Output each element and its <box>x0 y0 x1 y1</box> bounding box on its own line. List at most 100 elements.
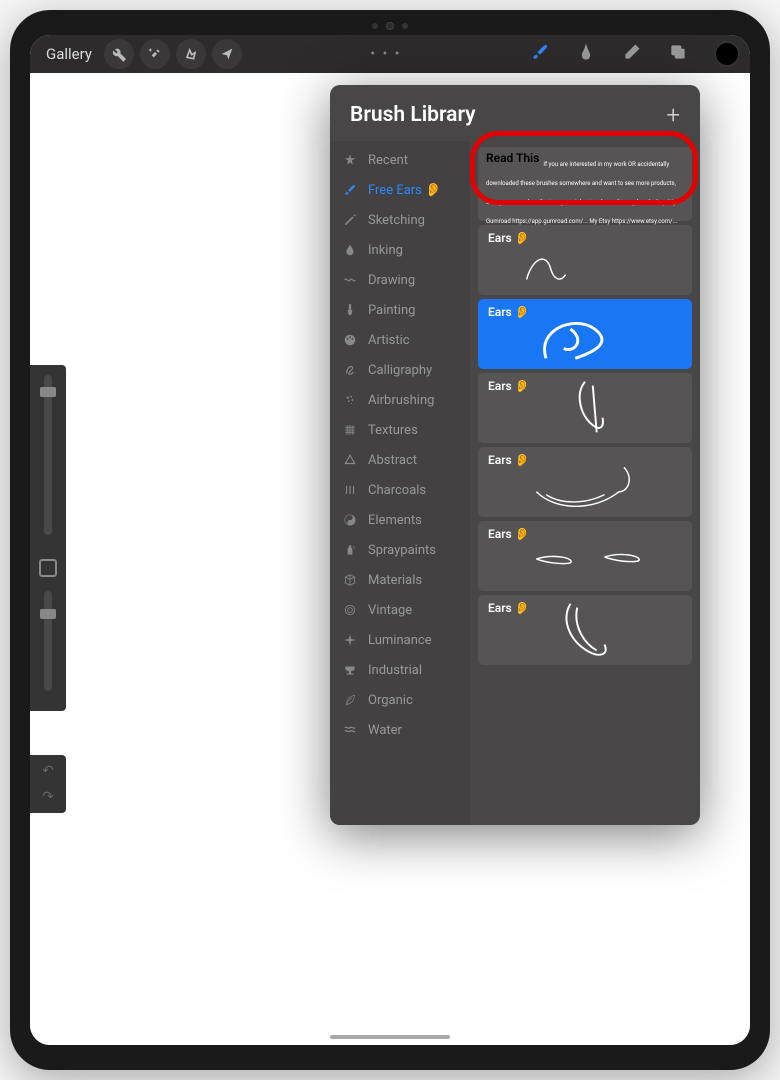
category-item[interactable]: Textures <box>330 415 470 445</box>
category-label: Calligraphy <box>368 363 432 378</box>
category-item[interactable]: Abstract <box>330 445 470 475</box>
category-label: Free Ears 👂 <box>368 183 441 198</box>
smudge-tool-button[interactable] <box>576 42 596 66</box>
leaf-icon <box>342 692 358 708</box>
waves-icon <box>342 722 358 738</box>
ellipsis-icon[interactable]: • • • <box>370 46 401 62</box>
category-item[interactable]: Charcoals <box>330 475 470 505</box>
popover-body: Recent Free Ears 👂 Sketching Inking Drawing P… <box>330 141 700 825</box>
popover-arrow <box>505 85 525 87</box>
category-item[interactable]: Water <box>330 715 470 745</box>
category-item[interactable]: Free Ears 👂 <box>330 175 470 205</box>
wand-icon <box>147 46 163 62</box>
wrench-icon <box>111 46 127 62</box>
category-label: Airbrushing <box>368 393 434 408</box>
popover-header: Brush Library + <box>330 85 700 141</box>
category-item[interactable]: Artistic <box>330 325 470 355</box>
brush-name: Ears 👂 <box>488 527 682 541</box>
category-label: Textures <box>368 423 418 438</box>
brush-list[interactable]: Read ThisIf you are interested in my wor… <box>470 141 700 825</box>
transform-button[interactable] <box>212 39 242 69</box>
category-item[interactable]: Spraypaints <box>330 535 470 565</box>
smudge-icon <box>576 42 596 62</box>
topbar-right <box>530 41 740 67</box>
brush-name: Ears 👂 <box>488 601 682 615</box>
layers-button[interactable] <box>668 42 688 66</box>
layers-icon <box>668 42 688 62</box>
category-item[interactable]: Sketching <box>330 205 470 235</box>
brush-library-popover: Brush Library + Recent Free Ears 👂 Sketchi… <box>330 85 700 825</box>
add-brush-button[interactable]: + <box>666 101 680 129</box>
category-label: Industrial <box>368 663 422 678</box>
undo-button[interactable]: ↶ <box>42 763 54 779</box>
undo-redo-panel: ↶ ↷ <box>30 755 66 813</box>
select-button[interactable] <box>176 39 206 69</box>
category-item[interactable]: Painting <box>330 295 470 325</box>
category-label: Luminance <box>368 633 432 648</box>
ipad-frame: Gallery • • • <box>10 10 770 1070</box>
brush-name: Ears 👂 <box>488 305 682 319</box>
screen: Gallery • • • <box>30 35 750 1045</box>
anvil-icon <box>342 662 358 678</box>
gallery-button[interactable]: Gallery <box>40 41 98 67</box>
badge-icon <box>342 602 358 618</box>
redo-button[interactable]: ↷ <box>42 789 54 805</box>
category-label: Water <box>368 723 402 738</box>
brush-item[interactable]: Ears 👂 <box>478 521 692 591</box>
spray-icon <box>342 392 358 408</box>
category-label: Organic <box>368 693 413 708</box>
wand-button[interactable] <box>140 39 170 69</box>
category-label: Materials <box>368 573 422 588</box>
category-list[interactable]: Recent Free Ears 👂 Sketching Inking Drawing P… <box>330 141 470 825</box>
brush-name: Ears 👂 <box>488 453 682 467</box>
brush-size-slider[interactable] <box>44 375 52 535</box>
wrench-button[interactable] <box>104 39 134 69</box>
arrow-icon <box>219 46 235 62</box>
palette-icon <box>342 332 358 348</box>
script-icon <box>342 362 358 378</box>
triangle-icon <box>342 452 358 468</box>
modify-button[interactable] <box>39 559 57 577</box>
pencil-icon <box>342 212 358 228</box>
can-icon <box>342 542 358 558</box>
category-label: Recent <box>368 153 408 168</box>
brush-item[interactable]: Ears 👂 <box>478 595 692 665</box>
paintbrush-icon <box>342 302 358 318</box>
eraser-tool-button[interactable] <box>622 42 642 66</box>
category-item[interactable]: Materials <box>330 565 470 595</box>
brush-item[interactable]: Ears 👂 <box>478 299 692 369</box>
category-label: Spraypaints <box>368 543 436 558</box>
popover-title: Brush Library <box>350 103 476 127</box>
category-label: Drawing <box>368 273 415 288</box>
color-swatch[interactable] <box>714 41 740 67</box>
home-indicator[interactable] <box>330 1035 450 1039</box>
category-item[interactable]: Recent <box>330 145 470 175</box>
category-item[interactable]: Industrial <box>330 655 470 685</box>
category-label: Abstract <box>368 453 417 468</box>
category-item[interactable]: Luminance <box>330 625 470 655</box>
category-item[interactable]: Organic <box>330 685 470 715</box>
brush-item-readthis[interactable]: Read ThisIf you are interested in my wor… <box>478 147 692 221</box>
squiggle-icon <box>342 272 358 288</box>
category-item[interactable]: Elements <box>330 505 470 535</box>
category-label: Inking <box>368 243 403 258</box>
opacity-slider[interactable] <box>44 591 52 691</box>
texture-icon <box>342 422 358 438</box>
category-item[interactable]: Inking <box>330 235 470 265</box>
category-item[interactable]: Calligraphy <box>330 355 470 385</box>
category-label: Artistic <box>368 333 410 348</box>
category-label: Charcoals <box>368 483 426 498</box>
category-label: Sketching <box>368 213 425 228</box>
brush-item[interactable]: Ears 👂 <box>478 373 692 443</box>
sidebar-toolbar <box>30 365 66 711</box>
brush-item[interactable]: Ears 👂 <box>478 225 692 295</box>
brush-name: Ears 👂 <box>488 379 682 393</box>
category-item[interactable]: Drawing <box>330 265 470 295</box>
brush-item[interactable]: Ears 👂 <box>478 447 692 517</box>
notch <box>372 22 408 30</box>
category-item[interactable]: Vintage <box>330 595 470 625</box>
category-item[interactable]: Airbrushing <box>330 385 470 415</box>
readthis-title: Read This <box>486 151 539 165</box>
topbar-center: • • • <box>248 46 524 62</box>
brush-tool-button[interactable] <box>530 42 550 66</box>
